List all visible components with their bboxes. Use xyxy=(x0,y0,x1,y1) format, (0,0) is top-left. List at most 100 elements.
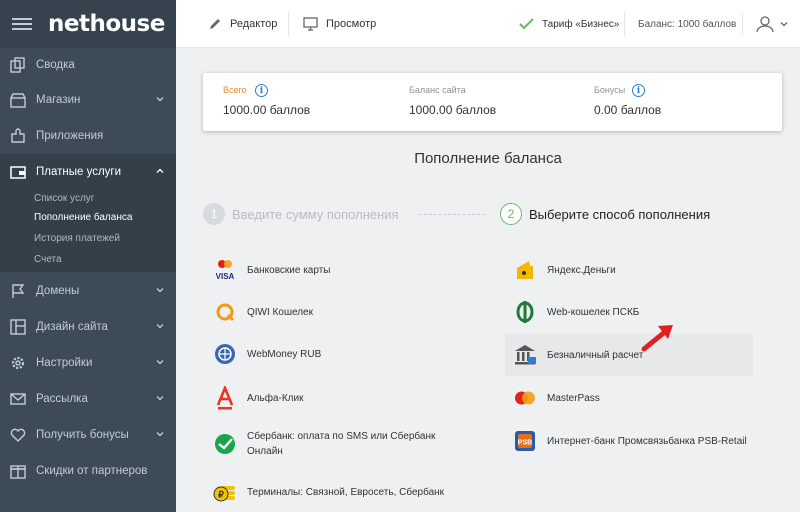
preview-button[interactable]: Просмотр xyxy=(303,0,376,48)
step-number: 2 xyxy=(500,203,522,225)
flag-icon xyxy=(10,283,26,299)
method-label: Сбербанк: оплата по SMS или Сбербанк Онл… xyxy=(247,431,436,457)
method-qiwi[interactable]: QIWI Кошелек xyxy=(205,291,453,333)
sidebar-item-label: Магазин xyxy=(36,94,81,106)
sberbank-icon xyxy=(213,432,237,456)
wallet-icon xyxy=(10,164,26,180)
method-label: Банковские карты xyxy=(247,264,331,276)
method-sberbank[interactable]: Сбербанк: оплата по SMS или Сбербанк Онл… xyxy=(205,420,453,468)
info-icon[interactable]: i xyxy=(255,84,268,97)
balance-label: Баланс: xyxy=(638,18,675,30)
sidebar-item-mailing[interactable]: Рассылка xyxy=(0,381,176,417)
svg-text:VISA: VISA xyxy=(216,272,235,281)
sidebar-item-domains[interactable]: Домены xyxy=(0,273,176,309)
sidebar-item-shop[interactable]: Магазин xyxy=(0,82,176,118)
chevron-down-icon xyxy=(156,360,164,365)
sidebar-item-label: Сводка xyxy=(36,59,75,71)
submenu-item-invoices[interactable]: Счета xyxy=(34,254,62,265)
layout-icon xyxy=(10,319,26,335)
submenu-item-services-list[interactable]: Список услуг xyxy=(34,193,94,204)
submenu-item-top-up[interactable]: Пополнение баланса xyxy=(34,212,132,223)
info-icon[interactable]: i xyxy=(632,84,645,97)
svg-text:PSB: PSB xyxy=(518,440,532,447)
balance-value: 1000 баллов xyxy=(677,18,737,30)
method-label: WebMoney RUB xyxy=(247,348,322,360)
method-label: Альфа-Клик xyxy=(247,392,304,404)
sidebar-item-svodka[interactable]: Сводка xyxy=(0,47,176,83)
method-psb-retail[interactable]: PSB Интернет-банк Промсвязьбанка PSB-Ret… xyxy=(505,420,753,462)
step-choose-method[interactable]: 2 Выберите способ пополнения xyxy=(500,203,710,225)
balance-summary-card: Всего 1000.00 баллов i Баланс сайта 1000… xyxy=(203,73,782,131)
method-label: Интернет-банк Промсвязьбанка PSB-Retail xyxy=(547,435,747,447)
site-balance-stat: Баланс сайта 1000.00 баллов xyxy=(409,85,496,117)
masterpass-icon xyxy=(513,386,537,410)
step-label: Выберите способ пополнения xyxy=(529,206,711,222)
monitor-icon xyxy=(303,17,318,31)
sidebar-item-label: Настройки xyxy=(36,357,93,369)
sidebar-item-paid-services[interactable]: Платные услуги xyxy=(0,154,176,190)
envelope-icon xyxy=(10,391,26,407)
step-label: Введите сумму пополнения xyxy=(232,206,399,222)
balance-indicator[interactable]: Баланс: 1000 баллов xyxy=(638,0,736,48)
page-title: Пополнение баланса xyxy=(414,150,562,167)
tariff-link[interactable]: Тариф «Бизнес» xyxy=(519,0,619,48)
chevron-down-icon xyxy=(156,432,164,437)
gift-icon xyxy=(10,463,26,479)
method-terminals[interactable]: ₽ Терминалы: Связной, Евросеть, Сбербанк xyxy=(205,471,453,512)
sidebar-item-bonuses[interactable]: Получить бонусы xyxy=(0,417,176,453)
sidebar-item-apps[interactable]: Приложения xyxy=(0,118,176,154)
chevron-down-icon xyxy=(156,97,164,102)
chevron-down-icon xyxy=(156,324,164,329)
chevron-up-icon xyxy=(156,168,164,173)
sidebar-item-label: Получить бонусы xyxy=(36,429,129,441)
user-menu[interactable] xyxy=(756,0,796,48)
copy-icon xyxy=(10,57,26,73)
yandex-money-icon xyxy=(513,258,537,282)
site-balance-value: 1000.00 баллов xyxy=(409,103,497,117)
pskb-icon xyxy=(513,300,537,324)
logo[interactable]: nethouse xyxy=(48,11,165,37)
submenu-item-payment-history[interactable]: История платежей xyxy=(34,233,120,244)
top-bar: Редактор Просмотр Тариф «Бизнес» Баланс:… xyxy=(176,0,800,48)
psb-icon: PSB xyxy=(513,429,537,453)
gear-icon xyxy=(10,355,26,371)
pencil-icon xyxy=(210,19,220,29)
sidebar-header: nethouse xyxy=(0,0,176,48)
bonus-value: 0.00 баллов xyxy=(594,103,662,117)
heart-icon xyxy=(10,427,26,443)
webmoney-icon xyxy=(213,342,237,366)
chevron-down-icon xyxy=(156,396,164,401)
sidebar-item-label: Приложения xyxy=(36,130,104,142)
preview-label: Просмотр xyxy=(326,18,377,30)
alfa-bank-icon xyxy=(213,386,237,410)
method-bank-cards[interactable]: VISA Банковские карты xyxy=(205,249,453,291)
method-bank-transfer[interactable]: Безналичный расчет xyxy=(505,334,753,376)
editor-label: Редактор xyxy=(230,18,278,30)
method-alfa-click[interactable]: Альфа-Клик xyxy=(205,377,453,419)
step-number: 1 xyxy=(203,203,225,225)
sidebar-item-design[interactable]: Дизайн сайта xyxy=(0,309,176,345)
site-balance-label: Баланс сайта xyxy=(409,85,466,95)
sidebar-item-settings[interactable]: Настройки xyxy=(0,345,176,381)
menu-icon[interactable] xyxy=(12,18,32,30)
sidebar-item-label: Дизайн сайта xyxy=(36,321,108,333)
method-label: Яндекс.Деньги xyxy=(547,264,616,276)
puzzle-icon xyxy=(10,128,26,144)
chevron-down-icon xyxy=(780,22,788,27)
total-value: 1000.00 баллов xyxy=(223,103,311,117)
shop-icon xyxy=(10,92,26,108)
method-label: Web-кошелек ПСКБ xyxy=(547,306,640,318)
editor-button[interactable]: Редактор xyxy=(208,0,277,48)
step-enter-amount[interactable]: 1 Введите сумму пополнения xyxy=(203,203,399,225)
method-pskb-wallet[interactable]: Web-кошелек ПСКБ xyxy=(505,291,753,333)
method-label: Терминалы: Связной, Евросеть, Сбербанк xyxy=(247,486,445,498)
method-yandex-money[interactable]: Яндекс.Деньги xyxy=(505,249,753,291)
method-masterpass[interactable]: MasterPass xyxy=(505,377,753,419)
sidebar-item-partner-discounts[interactable]: Скидки от партнеров xyxy=(0,453,176,489)
tariff-label: Тариф «Бизнес» xyxy=(542,18,620,30)
method-webmoney[interactable]: WebMoney RUB xyxy=(205,333,453,375)
pointer-arrow-icon xyxy=(641,325,673,352)
qiwi-icon xyxy=(213,300,237,324)
method-label: MasterPass xyxy=(547,392,600,404)
user-icon xyxy=(756,16,774,33)
